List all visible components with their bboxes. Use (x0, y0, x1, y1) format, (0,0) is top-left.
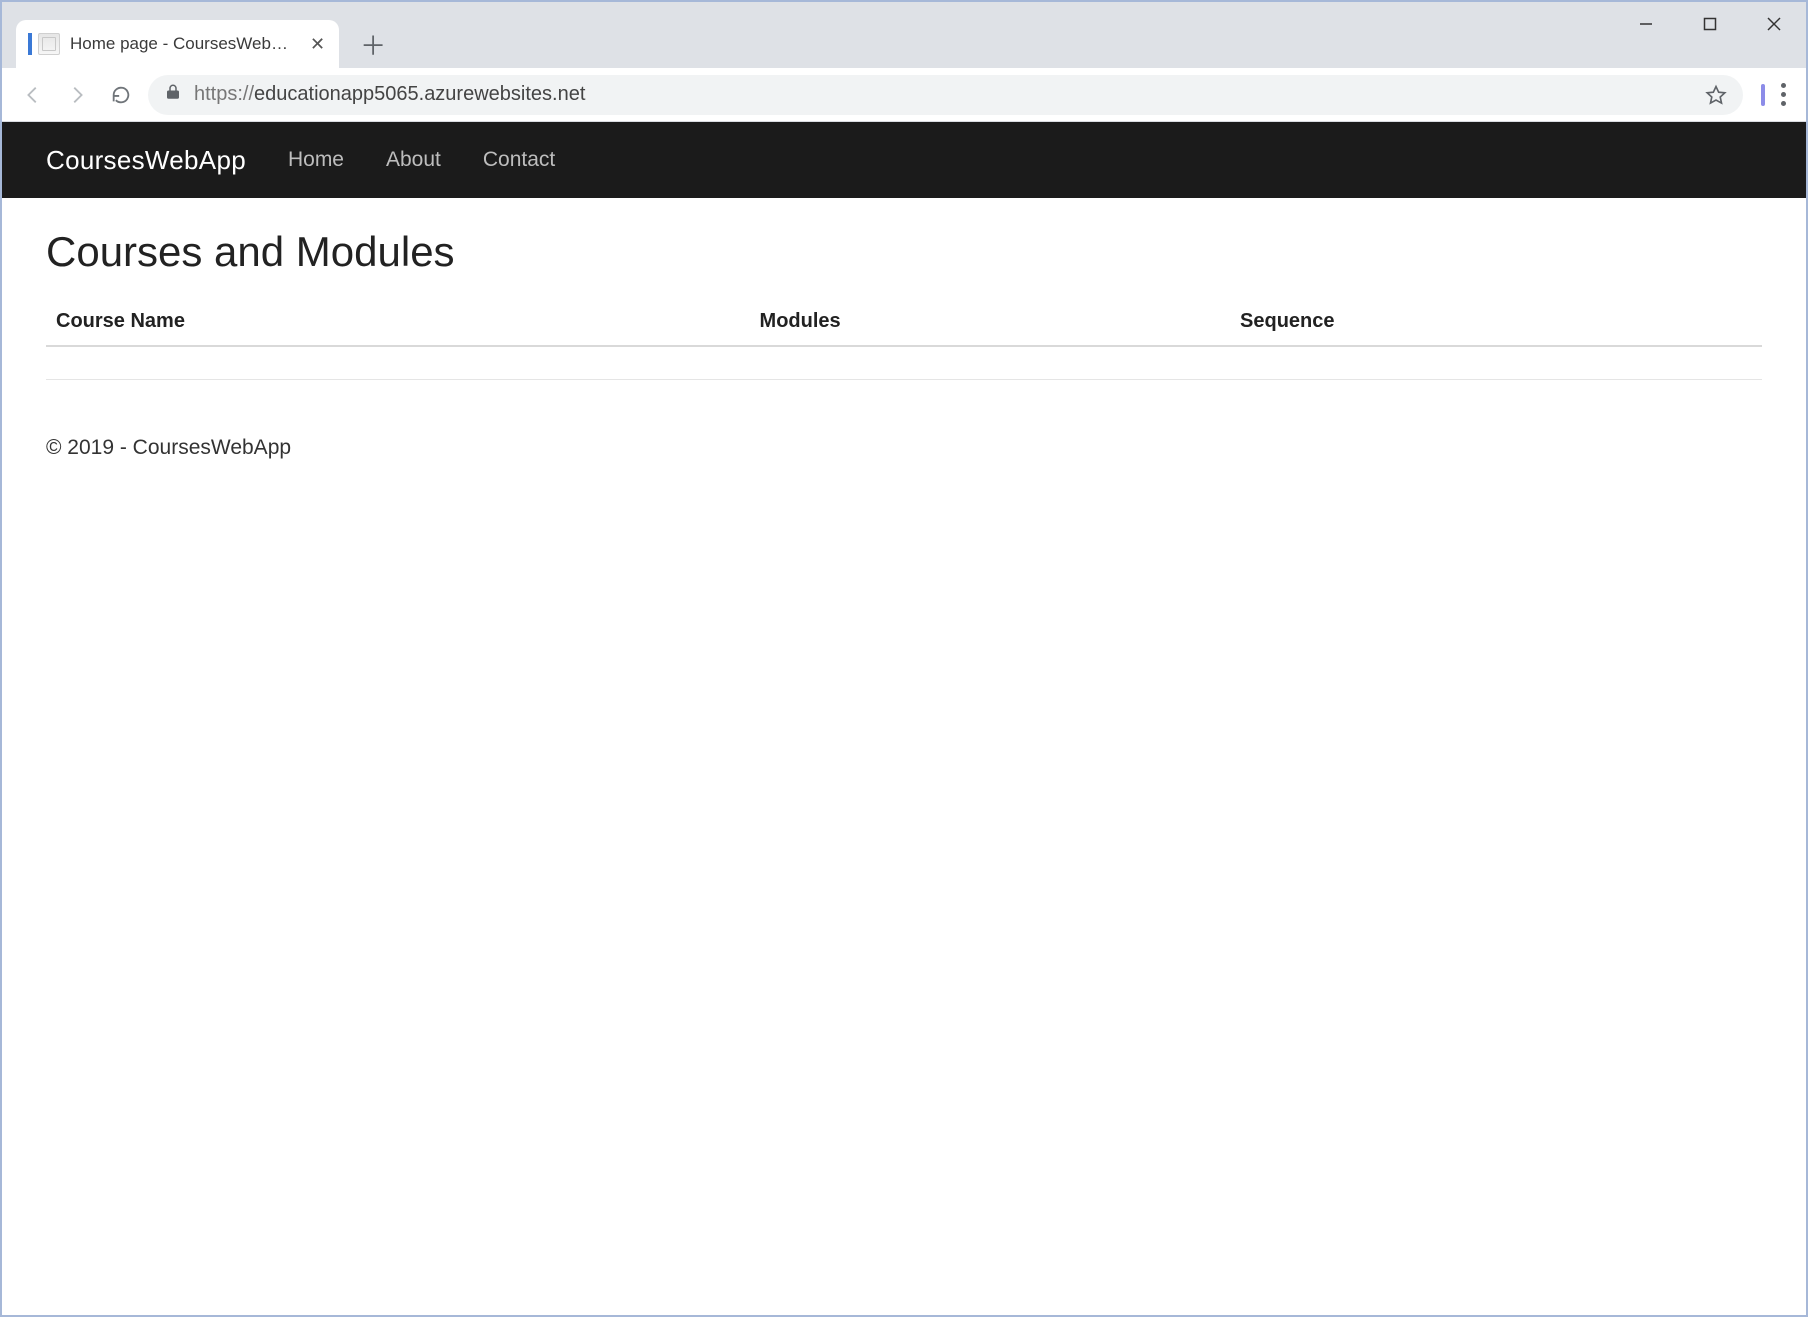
tab-title: Home page - CoursesWebApp (70, 34, 290, 54)
window-controls (1614, 2, 1806, 46)
browser-tabs: Home page - CoursesWebApp ✕ ＋ (2, 2, 393, 68)
close-window-button[interactable] (1742, 2, 1806, 46)
col-header-sequence: Sequence (1230, 298, 1762, 346)
col-header-course-name: Course Name (46, 298, 750, 346)
forward-button[interactable] (60, 78, 94, 112)
tab-accent (28, 33, 32, 55)
col-header-modules: Modules (750, 298, 1230, 346)
nav-link-about[interactable]: About (386, 148, 441, 172)
courses-table-body (46, 346, 1762, 380)
address-bar[interactable]: https://educationapp5065.azurewebsites.n… (148, 75, 1743, 115)
browser-tab-active[interactable]: Home page - CoursesWebApp ✕ (16, 20, 339, 68)
favicon-icon (38, 33, 60, 55)
account-indicator-icon[interactable] (1761, 84, 1765, 106)
bookmark-star-icon[interactable] (1705, 84, 1727, 106)
brand-label[interactable]: CoursesWebApp (46, 145, 246, 176)
url-host: educationapp5065.azurewebsites.net (254, 83, 585, 105)
back-button[interactable] (16, 78, 50, 112)
browser-toolbar: https://educationapp5065.azurewebsites.n… (2, 68, 1806, 122)
table-header-row: Course Name Modules Sequence (46, 298, 1762, 346)
close-tab-icon[interactable]: ✕ (310, 34, 325, 55)
page-body: Courses and Modules Course Name Modules … (2, 198, 1806, 410)
maximize-button[interactable] (1678, 2, 1742, 46)
toolbar-right-icons (1761, 83, 1786, 106)
courses-table: Course Name Modules Sequence (46, 298, 1762, 380)
footer-text: © 2019 - CoursesWebApp (2, 410, 1806, 486)
site-navbar: CoursesWebApp Home About Contact (2, 122, 1806, 198)
nav-link-contact[interactable]: Contact (483, 148, 555, 172)
new-tab-button[interactable]: ＋ (353, 24, 393, 64)
url-protocol: https:// (194, 83, 254, 105)
page-title: Courses and Modules (46, 228, 1762, 276)
browser-tab-strip: Home page - CoursesWebApp ✕ ＋ (2, 2, 1806, 68)
nav-link-home[interactable]: Home (288, 148, 344, 172)
browser-menu-button[interactable] (1781, 83, 1786, 106)
page-viewport: CoursesWebApp Home About Contact Courses… (2, 122, 1806, 1315)
minimize-button[interactable] (1614, 2, 1678, 46)
lock-icon (164, 83, 182, 107)
reload-button[interactable] (104, 78, 138, 112)
url-text: https://educationapp5065.azurewebsites.n… (194, 83, 585, 106)
table-row (46, 346, 1762, 380)
